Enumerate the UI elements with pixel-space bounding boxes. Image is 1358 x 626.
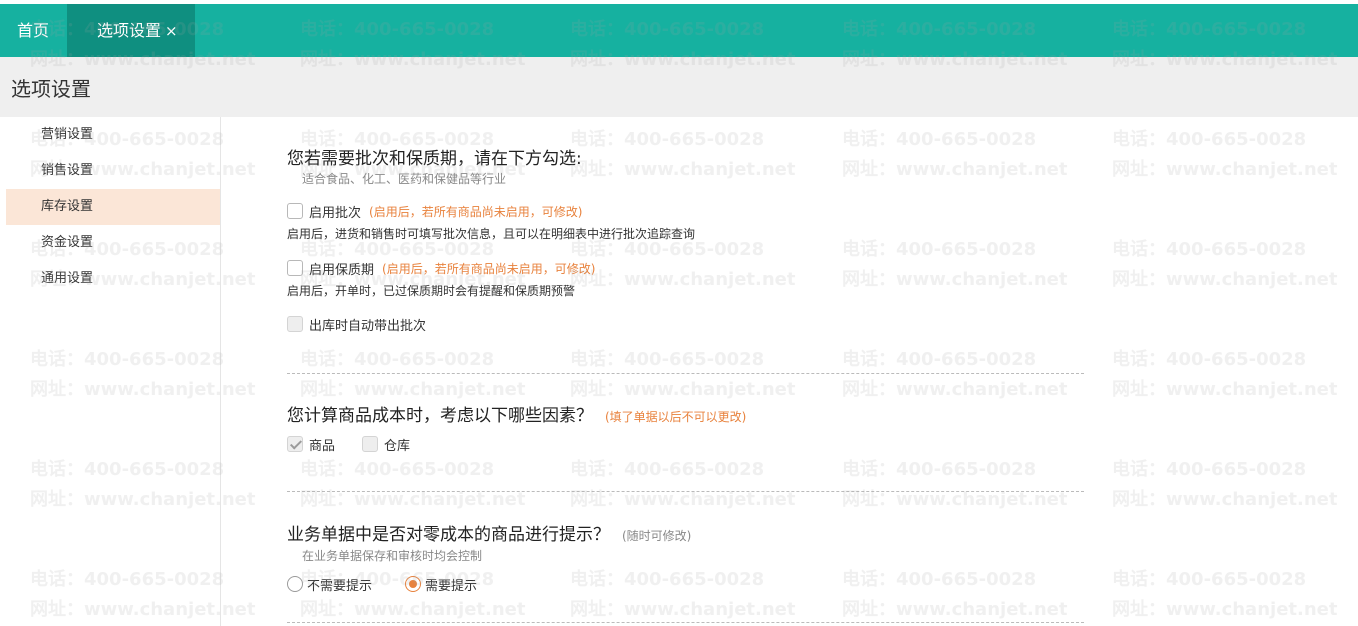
- no-prompt-label: 不需要提示: [307, 578, 373, 594]
- cost-factor-warehouse-checkbox[interactable]: [362, 436, 378, 452]
- enable-shelf-life-hint: (启用后，若所有商品尚未启用，可修改): [382, 261, 596, 276]
- enable-shelf-life-checkbox[interactable]: [287, 260, 303, 276]
- need-prompt-label: 需要提示: [425, 578, 478, 594]
- page-header: 选项设置: [0, 57, 1358, 117]
- tab-options-settings[interactable]: 选项设置 ×: [67, 4, 195, 57]
- need-prompt-option[interactable]: 需要提示: [405, 575, 478, 594]
- top-strip: [0, 0, 1358, 4]
- cost-section-title-text: 您计算商品成本时，考虑以下哪些因素？: [287, 406, 593, 426]
- cost-section-note: (填了单据以后不可以更改): [605, 410, 747, 424]
- settings-content: 您若需要批次和保质期，请在下方勾选: 适合食品、化工、医药和保健品等行业 启用批…: [221, 117, 1358, 626]
- zero-cost-section-subtitle: 在业务单据保存和审核时均会控制: [302, 549, 483, 563]
- zero-cost-section-title-text: 业务单据中是否对零成本的商品进行提示？: [287, 525, 610, 545]
- batch-section-subtitle: 适合食品、化工、医药和保健品等行业: [302, 172, 507, 186]
- enable-shelf-life-desc: 启用后，开单时，已过保质期时会有提醒和保质期预警: [287, 284, 576, 298]
- tab-options-settings-label: 选项设置: [97, 21, 162, 40]
- enable-shelf-life-option[interactable]: 启用保质期 (启用后，若所有商品尚未启用，可修改): [287, 259, 596, 278]
- cost-factor-warehouse-label: 仓库: [384, 438, 411, 454]
- cost-factor-goods-label: 商品: [309, 438, 336, 454]
- page-title: 选项设置: [11, 77, 91, 101]
- no-prompt-option[interactable]: 不需要提示: [287, 575, 373, 594]
- enable-batch-hint: (启用后，若所有商品尚未启用，可修改): [369, 204, 583, 219]
- sidebar-item-marketing[interactable]: 营销设置: [6, 117, 220, 153]
- sidebar-item-sales[interactable]: 销售设置: [6, 153, 220, 189]
- zero-cost-section-note: (随时可修改): [622, 529, 692, 543]
- section-divider: [287, 622, 1084, 623]
- settings-sidebar: 营销设置 销售设置 库存设置 资金设置 通用设置: [6, 117, 221, 626]
- zero-cost-section-title: 业务单据中是否对零成本的商品进行提示？ (随时可修改): [287, 520, 691, 545]
- close-icon[interactable]: ×: [165, 22, 178, 40]
- section-divider: [287, 373, 1084, 374]
- batch-section-title: 您若需要批次和保质期，请在下方勾选:: [287, 149, 582, 169]
- enable-batch-desc: 启用后，进货和销售时可填写批次信息，且可以在明细表中进行批次追踪查询: [287, 227, 696, 241]
- sidebar-item-funds[interactable]: 资金设置: [6, 225, 220, 261]
- need-prompt-radio[interactable]: [405, 576, 421, 592]
- cost-factor-warehouse-option[interactable]: 仓库: [362, 435, 411, 454]
- no-prompt-radio[interactable]: [287, 576, 303, 592]
- cost-factor-goods-checkbox[interactable]: [287, 436, 303, 452]
- sidebar-item-inventory[interactable]: 库存设置: [6, 189, 220, 225]
- sidebar-item-general[interactable]: 通用设置: [6, 261, 220, 297]
- auto-batch-label: 出库时自动带出批次: [309, 318, 427, 334]
- enable-shelf-life-label: 启用保质期: [309, 262, 375, 278]
- enable-batch-option[interactable]: 启用批次 (启用后，若所有商品尚未启用，可修改): [287, 202, 583, 221]
- enable-batch-checkbox[interactable]: [287, 203, 303, 219]
- section-divider: [287, 491, 1084, 492]
- auto-batch-option[interactable]: 出库时自动带出批次: [287, 315, 427, 334]
- cost-section-title: 您计算商品成本时，考虑以下哪些因素？ (填了单据以后不可以更改): [287, 401, 746, 426]
- top-tab-bar: 首页 选项设置 ×: [0, 0, 1358, 57]
- tab-home[interactable]: 首页: [0, 4, 66, 57]
- cost-factor-goods-option[interactable]: 商品: [287, 435, 336, 454]
- enable-batch-label: 启用批次: [309, 205, 362, 221]
- auto-batch-checkbox[interactable]: [287, 316, 303, 332]
